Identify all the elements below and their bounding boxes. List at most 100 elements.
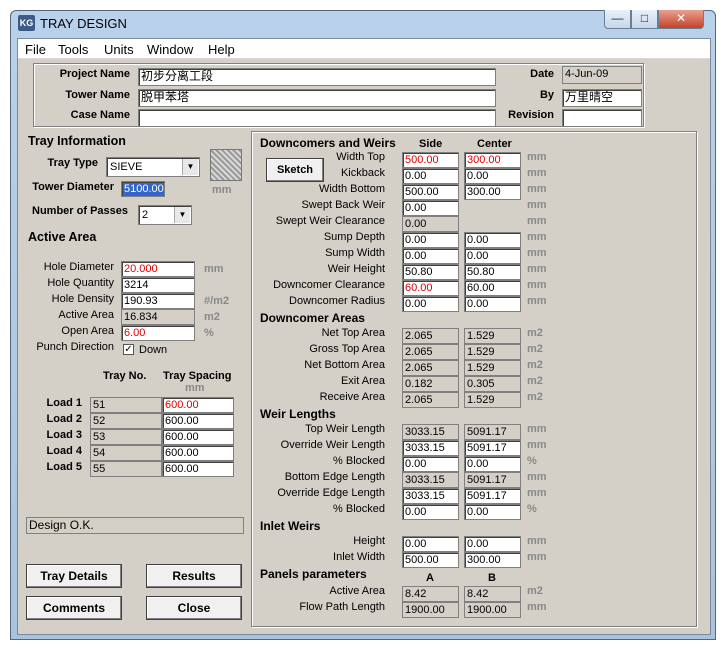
active-area-field: 16.834 — [121, 309, 195, 325]
downcomers-center-field[interactable]: 0.00 — [464, 232, 521, 248]
downcomers-center-field[interactable]: 300.00 — [464, 184, 521, 200]
inlet-weirs-title: Inlet Weirs — [260, 519, 321, 533]
downcomers-side-field[interactable]: 0.00 — [402, 296, 459, 312]
project-name-input[interactable]: 初步分离工段 — [138, 68, 496, 86]
weir_lengths-side-field[interactable]: 3033.15 — [402, 488, 459, 504]
tray-type-select[interactable]: SIEVE ▼ — [106, 157, 200, 177]
downcomers-side-field[interactable]: 0.00 — [402, 248, 459, 264]
menu-units[interactable]: Units — [104, 42, 134, 57]
case-name-input[interactable] — [138, 109, 496, 127]
punch-direction-label: Punch Direction — [36, 341, 114, 353]
inlet_weirs-center-field[interactable]: 0.00 — [464, 536, 521, 552]
panels-center-field: 1900.00 — [464, 602, 521, 618]
weir_lengths-center-field[interactable]: 5091.17 — [464, 440, 521, 456]
passes-value: 2 — [142, 209, 149, 221]
revision-label: Revision — [508, 109, 554, 121]
weir_lengths-center-field[interactable]: 0.00 — [464, 456, 521, 472]
comments-button[interactable]: Comments — [26, 596, 122, 620]
downcomers-title: Downcomers and Weirs — [260, 136, 396, 150]
downcomers-center-field[interactable]: 0.00 — [464, 168, 521, 184]
date-label: Date — [530, 68, 554, 80]
tray-number-field: 54 — [90, 445, 162, 461]
tray-spacing-field[interactable]: 600.00 — [162, 429, 234, 445]
panel-a-header: A — [426, 572, 434, 584]
tray-spacing-field[interactable]: 600.00 — [162, 445, 234, 461]
downcomers-label: Swept Weir Clearance — [275, 215, 385, 227]
weir_lengths-unit: mm — [527, 471, 547, 483]
tray-details-button[interactable]: Tray Details — [26, 564, 122, 588]
tray-image-icon — [210, 149, 242, 181]
downcomers-label: Weir Height — [327, 263, 385, 275]
inlet_weirs-center-field[interactable]: 300.00 — [464, 552, 521, 568]
active-area-field[interactable]: 3214 — [121, 277, 195, 293]
downcomers-side-field[interactable]: 500.00 — [402, 184, 459, 200]
status-field: Design O.K. — [26, 517, 244, 534]
downcomers-center-field[interactable]: 300.00 — [464, 152, 521, 168]
passes-select[interactable]: 2 ▼ — [138, 205, 192, 225]
window-title: TRAY DESIGN — [40, 16, 127, 31]
dc_areas-side-field: 2.065 — [402, 392, 459, 408]
downcomers-side-field[interactable]: 0.00 — [402, 200, 459, 216]
punch-direction-checkbox[interactable]: ✓ — [123, 344, 134, 355]
menu-tools[interactable]: Tools — [58, 42, 88, 57]
weir_lengths-side-field: 3033.15 — [402, 472, 459, 488]
tray-spacing-field[interactable]: 600.00 — [162, 413, 234, 429]
downcomers-center-field[interactable]: 0.00 — [464, 248, 521, 264]
downcomers-side-field[interactable]: 0.00 — [402, 168, 459, 184]
close-window-icon[interactable]: ✕ — [658, 10, 704, 29]
downcomers-side-field[interactable]: 0.00 — [402, 232, 459, 248]
downcomers-center-field[interactable]: 0.00 — [464, 296, 521, 312]
tray-info-title: Tray Information — [28, 134, 126, 148]
menu-help[interactable]: Help — [208, 42, 235, 57]
results-button[interactable]: Results — [146, 564, 242, 588]
downcomers-label: Kickback — [340, 167, 385, 179]
minimize-icon[interactable]: — — [604, 10, 631, 29]
active-area-field[interactable]: 190.93 — [121, 293, 195, 309]
downcomers-unit: mm — [527, 247, 547, 259]
weir_lengths-label: Top Weir Length — [305, 423, 385, 435]
downcomers-side-field[interactable]: 500.00 — [402, 152, 459, 168]
downcomers-unit: mm — [527, 263, 547, 275]
downcomers-side-field[interactable]: 60.00 — [402, 280, 459, 296]
weir_lengths-side-field[interactable]: 3033.15 — [402, 440, 459, 456]
tray-spacing-field[interactable]: 600.00 — [162, 397, 234, 413]
dc_areas-unit: m2 — [527, 375, 543, 387]
tray-type-value: SIEVE — [110, 161, 143, 173]
tower-name-input[interactable]: 脱甲苯塔 — [138, 89, 496, 107]
downcomers-unit: mm — [527, 167, 547, 179]
inlet_weirs-side-field[interactable]: 0.00 — [402, 536, 459, 552]
weir_lengths-label: Override Weir Length — [280, 439, 385, 451]
active-area-field[interactable]: 6.00 — [121, 325, 195, 341]
weir_lengths-center-field: 5091.17 — [464, 424, 521, 440]
weir_lengths-center-field[interactable]: 5091.17 — [464, 488, 521, 504]
inlet_weirs-unit: mm — [527, 551, 547, 563]
dc_areas-unit: m2 — [527, 343, 543, 355]
by-label: By — [539, 89, 554, 101]
panels-center-field: 8.42 — [464, 586, 521, 602]
tray-spacing-header: Tray Spacing — [163, 370, 232, 382]
weir_lengths-side-field[interactable]: 0.00 — [402, 456, 459, 472]
dc_areas-unit: m2 — [527, 391, 543, 403]
weir_lengths-center-field[interactable]: 0.00 — [464, 504, 521, 520]
active-area-unit: % — [204, 327, 214, 339]
active-area-label: Active Area — [58, 309, 114, 321]
dc_areas-label: Net Bottom Area — [304, 359, 385, 371]
tower-diameter-input[interactable]: 5100.00 — [121, 181, 165, 197]
downcomers-center-field[interactable]: 50.80 — [464, 264, 521, 280]
close-button[interactable]: Close — [146, 596, 242, 620]
downcomers-unit: mm — [527, 199, 547, 211]
menu-file[interactable]: File — [25, 42, 46, 57]
tray-spacing-field[interactable]: 600.00 — [162, 461, 234, 477]
dc_areas-unit: m2 — [527, 327, 543, 339]
downcomers-center-field[interactable]: 60.00 — [464, 280, 521, 296]
inlet_weirs-unit: mm — [527, 535, 547, 547]
downcomers-side-field[interactable]: 50.80 — [402, 264, 459, 280]
active-area-field[interactable]: 20.000 — [121, 261, 195, 277]
weir_lengths-side-field[interactable]: 0.00 — [402, 504, 459, 520]
revision-input[interactable] — [562, 109, 642, 127]
inlet_weirs-side-field[interactable]: 500.00 — [402, 552, 459, 568]
maximize-icon[interactable]: □ — [631, 10, 658, 29]
by-input[interactable]: 万里晴空 — [562, 89, 642, 107]
panels-label: Flow Path Length — [299, 601, 385, 613]
menu-window[interactable]: Window — [147, 42, 193, 57]
